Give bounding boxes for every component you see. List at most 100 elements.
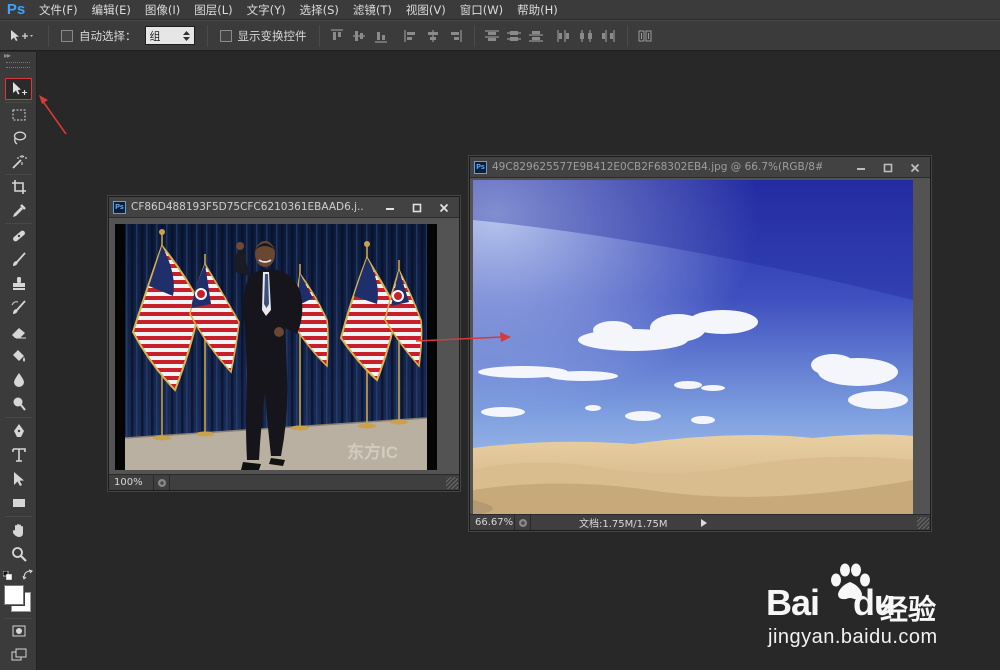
menu-type[interactable]: 文字(Y) <box>240 0 293 20</box>
auto-align-icon <box>638 30 651 41</box>
brush-tool[interactable] <box>5 249 32 271</box>
panel-collapse-arrows-icon[interactable]: ▸▸ <box>0 52 36 60</box>
hand-tool[interactable] <box>5 519 32 541</box>
auto-select-value: 组 <box>149 29 161 43</box>
pen-tool[interactable] <box>5 420 32 442</box>
type-tool[interactable] <box>5 444 32 466</box>
screen-mode-button[interactable] <box>5 644 32 666</box>
zoom-tool[interactable] <box>5 543 32 565</box>
zoom-level[interactable]: 100% <box>109 475 154 490</box>
close-button[interactable] <box>901 157 928 178</box>
lasso-tool[interactable] <box>5 127 32 149</box>
foreground-color-swatch[interactable] <box>4 585 24 605</box>
stamp-icon <box>12 277 25 290</box>
distribute-right-button[interactable] <box>597 26 619 46</box>
rectangle-tool[interactable] <box>5 492 32 514</box>
distribute-bottom-icon <box>528 30 543 41</box>
options-bar: 自动选择： 组 显示变换控件 <box>0 20 1000 51</box>
document-titlebar[interactable]: Ps 49C829625577E9B412E0CB2F68302EB4.jpg … <box>470 157 930 178</box>
align-left-edges-button[interactable] <box>400 26 422 46</box>
resize-grip[interactable] <box>917 517 929 529</box>
maximize-button[interactable] <box>874 157 901 178</box>
menu-select[interactable]: 选择(S) <box>293 0 346 20</box>
eyedropper-tool[interactable] <box>5 200 32 222</box>
document-titlebar[interactable]: Ps CF86D488193F5D75CFC6210361EBAAD6.j... <box>109 197 459 218</box>
photo-stage-flags: 东方IC <box>115 224 437 470</box>
crop-tool[interactable] <box>5 176 32 198</box>
move-tool-icon <box>12 82 27 95</box>
document-window-desert[interactable]: Ps 49C829625577E9B412E0CB2F68302EB4.jpg … <box>469 156 931 531</box>
marquee-tool[interactable] <box>5 104 32 126</box>
divider <box>5 102 32 103</box>
updown-arrows-icon <box>182 30 190 41</box>
document-canvas[interactable] <box>473 180 913 515</box>
distribute-hcenter-button[interactable] <box>575 26 597 46</box>
magic-wand-tool[interactable] <box>5 151 32 173</box>
align-bottom-edges-button[interactable] <box>370 26 392 46</box>
auto-select-checkbox[interactable] <box>61 29 73 42</box>
swap-colors-button[interactable] <box>22 569 33 580</box>
baidu-url-text: jingyan.baidu.com <box>768 626 938 648</box>
document-status-bar: 66.67% 文档:1.75M/1.75M <box>470 514 930 530</box>
close-button[interactable] <box>430 197 457 218</box>
quick-mask-button[interactable] <box>5 620 32 642</box>
export-icon <box>518 518 527 527</box>
resize-grip[interactable] <box>446 477 458 489</box>
align-bottom-icon <box>374 31 387 42</box>
dodge-tool[interactable] <box>5 393 32 415</box>
tool-preset-picker[interactable] <box>0 20 42 51</box>
healing-brush-tool[interactable] <box>5 225 32 247</box>
distribute-top-button[interactable] <box>481 26 503 46</box>
align-top-edges-button[interactable] <box>326 26 348 46</box>
minimize-icon <box>856 167 865 170</box>
menu-view[interactable]: 视图(V) <box>399 0 453 20</box>
distribute-bottom-button[interactable] <box>525 26 547 46</box>
eraser-tool[interactable] <box>5 321 32 343</box>
eraser-icon <box>11 328 26 339</box>
distribute-vcenter-button[interactable] <box>503 26 525 46</box>
history-brush-tool[interactable] <box>5 297 32 319</box>
bandage-icon <box>12 230 25 242</box>
paint-bucket-tool[interactable] <box>5 345 32 367</box>
align-vertical-centers-button[interactable] <box>348 26 370 46</box>
menu-edit[interactable]: 编辑(E) <box>85 0 138 20</box>
status-info-button[interactable] <box>515 515 531 530</box>
type-icon <box>11 448 26 462</box>
menu-filter[interactable]: 滤镜(T) <box>346 0 399 20</box>
path-selection-icon <box>13 472 24 486</box>
default-colors-button[interactable] <box>2 570 12 580</box>
distribute-right-icon <box>601 29 614 42</box>
status-menu-button[interactable] <box>698 516 710 530</box>
menu-image[interactable]: 图像(I) <box>138 0 187 20</box>
move-tool[interactable] <box>5 78 32 100</box>
path-selection-tool[interactable] <box>5 468 32 490</box>
clone-stamp-tool[interactable] <box>5 273 32 295</box>
baidu-brand-text: Bai du <box>766 582 896 623</box>
show-transform-checkbox[interactable] <box>219 29 232 42</box>
menu-window[interactable]: 窗口(W) <box>453 0 510 20</box>
auto-select-dropdown[interactable]: 组 <box>144 26 195 45</box>
maximize-icon <box>412 203 421 212</box>
distribute-left-button[interactable] <box>553 26 575 46</box>
zoom-level[interactable]: 66.67% <box>470 515 515 530</box>
document-canvas[interactable]: 东方IC <box>115 224 437 470</box>
document-window-photo[interactable]: Ps CF86D488193F5D75CFC6210361EBAAD6.j... <box>108 196 460 491</box>
maximize-button[interactable] <box>403 197 430 218</box>
annotation-arrow-up-left <box>39 95 67 135</box>
minimize-button[interactable] <box>376 197 403 218</box>
triangle-right-icon <box>701 518 707 527</box>
menu-layer[interactable]: 图层(L) <box>187 0 239 20</box>
rectangular-marquee-icon <box>12 109 25 121</box>
status-info-button[interactable] <box>154 475 170 490</box>
blur-tool[interactable] <box>5 369 32 391</box>
distribute-vcenter-icon <box>506 30 521 41</box>
water-drop-icon <box>13 373 24 387</box>
align-horizontal-centers-button[interactable] <box>422 26 444 46</box>
minimize-button[interactable] <box>847 157 874 178</box>
panel-grip[interactable] <box>6 62 30 68</box>
pen-icon <box>13 424 24 437</box>
menu-file[interactable]: 文件(F) <box>32 0 85 20</box>
auto-align-layers-button[interactable] <box>634 26 656 46</box>
menu-help[interactable]: 帮助(H) <box>510 0 565 20</box>
align-right-edges-button[interactable] <box>444 26 466 46</box>
